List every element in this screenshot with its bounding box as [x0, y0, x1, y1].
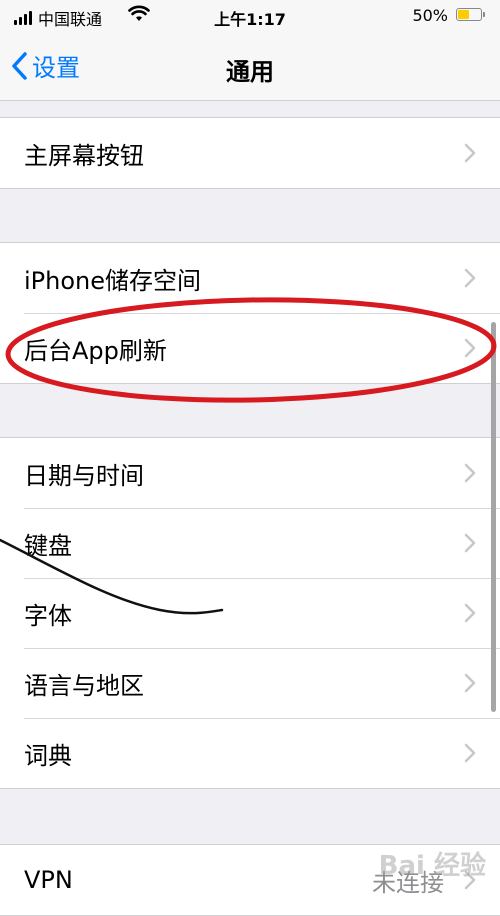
row-label: 字体	[24, 601, 72, 630]
chevron-right-icon	[464, 143, 476, 163]
row-label: VPN	[24, 866, 73, 894]
row-dictionary[interactable]: 词典	[0, 718, 500, 788]
row-language-region[interactable]: 语言与地区	[0, 648, 500, 718]
row-label: 词典	[24, 741, 72, 770]
chevron-right-icon	[464, 463, 476, 483]
row-background-app-refresh[interactable]: 后台App刷新	[0, 313, 500, 383]
chevron-right-icon	[464, 533, 476, 553]
navigation-bar: 设置 通用	[0, 34, 500, 101]
chevron-right-icon	[464, 673, 476, 693]
scroll-indicator[interactable]	[491, 322, 496, 712]
row-date-time[interactable]: 日期与时间	[0, 438, 500, 508]
row-label: 日期与时间	[24, 461, 144, 490]
battery-percentage: 50%	[412, 6, 448, 25]
row-label: 语言与地区	[24, 671, 144, 700]
status-bar: 中国联通 上午1:17 50%	[0, 0, 500, 34]
row-home-button[interactable]: 主屏幕按钮	[0, 118, 500, 188]
watermark: Bai 经验	[378, 851, 486, 881]
chevron-right-icon	[464, 603, 476, 623]
row-keyboard[interactable]: 键盘	[0, 508, 500, 578]
page-title: 通用	[226, 58, 274, 86]
row-iphone-storage[interactable]: iPhone储存空间	[0, 243, 500, 313]
battery-level	[458, 10, 469, 19]
row-label: 主屏幕按钮	[24, 141, 144, 170]
chevron-right-icon	[464, 743, 476, 763]
settings-group-home: 主屏幕按钮	[0, 117, 500, 189]
settings-group-locale: 日期与时间 键盘 字体 语言与地区 词典	[0, 437, 500, 789]
chevron-right-icon	[464, 338, 476, 358]
row-label: iPhone储存空间	[24, 266, 202, 295]
row-label: 后台App刷新	[24, 336, 167, 365]
battery-icon	[456, 8, 485, 21]
chevron-right-icon	[464, 268, 476, 288]
row-label: 键盘	[24, 531, 72, 560]
settings-group-storage: iPhone储存空间 后台App刷新	[0, 242, 500, 384]
row-fonts[interactable]: 字体	[0, 578, 500, 648]
